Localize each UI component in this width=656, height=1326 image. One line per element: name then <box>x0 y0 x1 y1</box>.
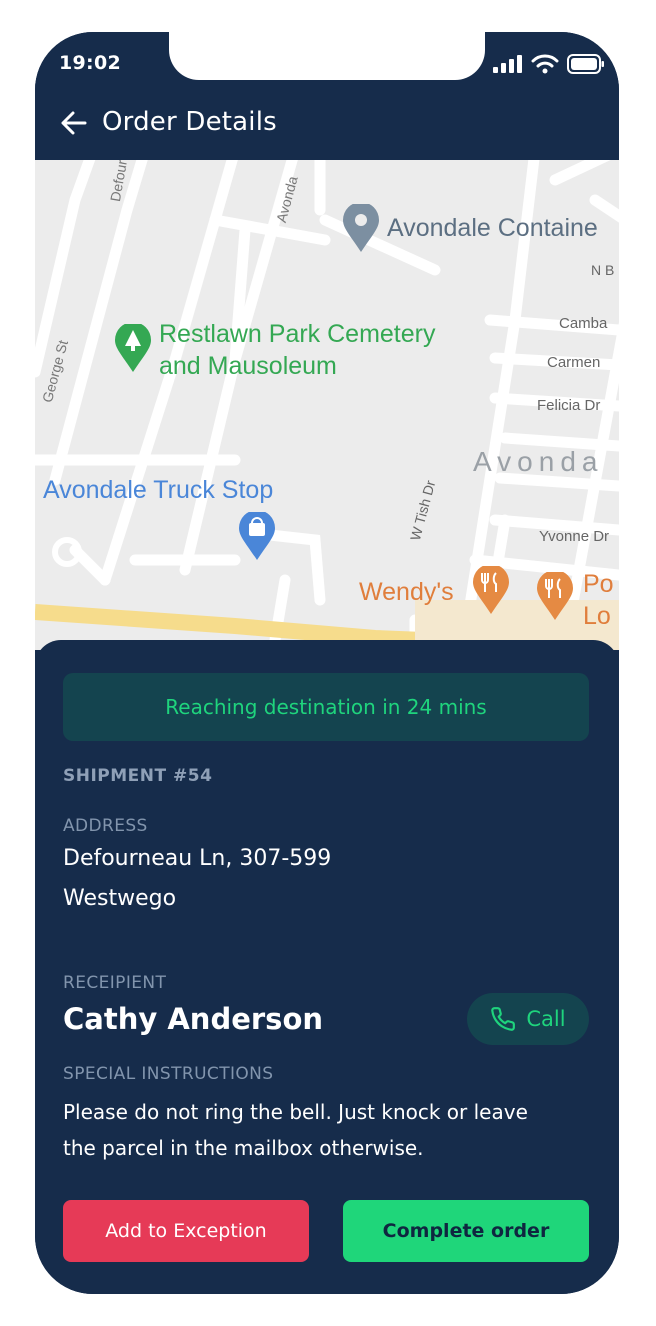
area-label: Avonda <box>473 446 604 477</box>
status-icons <box>493 52 605 76</box>
poi-label-truck-stop: Avondale Truck Stop <box>43 476 274 504</box>
address-line1: Defourneau Ln, 307-599 <box>63 846 332 871</box>
app-header: 19:02 Order Details <box>35 32 619 160</box>
address-label: ADDRESS <box>63 816 148 836</box>
phone-icon <box>491 1007 516 1031</box>
restaurant-pin-icon[interactable] <box>471 566 511 616</box>
poi-label-container: Avondale Containe <box>387 214 598 242</box>
poi-label-popeyes-line2: Lo <box>583 602 611 630</box>
instructions-text: Please do not ring the bell. Just knock … <box>63 1094 583 1166</box>
poi-label-wendys: Wendy's <box>359 578 454 606</box>
signal-icon <box>493 55 522 73</box>
shipment-number: SHIPMENT #54 <box>63 766 213 786</box>
instructions-line2: the parcel in the mailbox otherwise. <box>63 1136 424 1160</box>
map-view[interactable]: Avondale Containe Restlawn Park Cemetery… <box>35 160 619 650</box>
order-details-sheet: Reaching destination in 24 mins SHIPMENT… <box>35 640 619 1294</box>
recipient-label: RECEIPIENT <box>63 973 167 993</box>
back-arrow-icon[interactable] <box>57 106 91 140</box>
poi-label-popeyes: Po <box>583 570 614 598</box>
instructions-label: SPECIAL INSTRUCTIONS <box>63 1064 274 1084</box>
street-label: N B <box>591 262 615 278</box>
device-notch <box>169 32 485 80</box>
street-label: Yvonne Dr <box>539 528 610 545</box>
complete-order-button[interactable]: Complete order <box>343 1200 589 1262</box>
restaurant-pin-icon[interactable] <box>535 572 575 622</box>
street-label: Camba <box>559 315 608 332</box>
street-label: Felicia Dr <box>537 397 601 414</box>
call-label: Call <box>526 1007 566 1031</box>
wifi-icon <box>531 54 559 74</box>
top-app-bar: Order Details <box>35 98 619 160</box>
recipient-name: Cathy Anderson <box>63 1002 324 1036</box>
instructions-line1: Please do not ring the bell. Just knock … <box>63 1100 528 1124</box>
shopping-pin-icon[interactable] <box>237 512 277 562</box>
cemetery-pin-icon[interactable] <box>113 324 153 374</box>
battery-icon <box>567 54 604 74</box>
address-line2: Westwego <box>63 886 177 911</box>
street-label: Carmen <box>547 354 601 371</box>
poi-label-cemetery-line2: and Mausoleum <box>159 352 337 380</box>
page-title: Order Details <box>102 107 277 137</box>
status-time: 19:02 <box>59 52 121 74</box>
eta-banner: Reaching destination in 24 mins <box>63 673 589 741</box>
phone-frame: Avondale Containe Restlawn Park Cemetery… <box>35 32 619 1294</box>
poi-label-cemetery: Restlawn Park Cemetery <box>159 320 436 348</box>
add-to-exception-button[interactable]: Add to Exception <box>63 1200 309 1262</box>
call-button[interactable]: Call <box>467 993 589 1045</box>
location-pin-icon[interactable] <box>341 204 381 254</box>
